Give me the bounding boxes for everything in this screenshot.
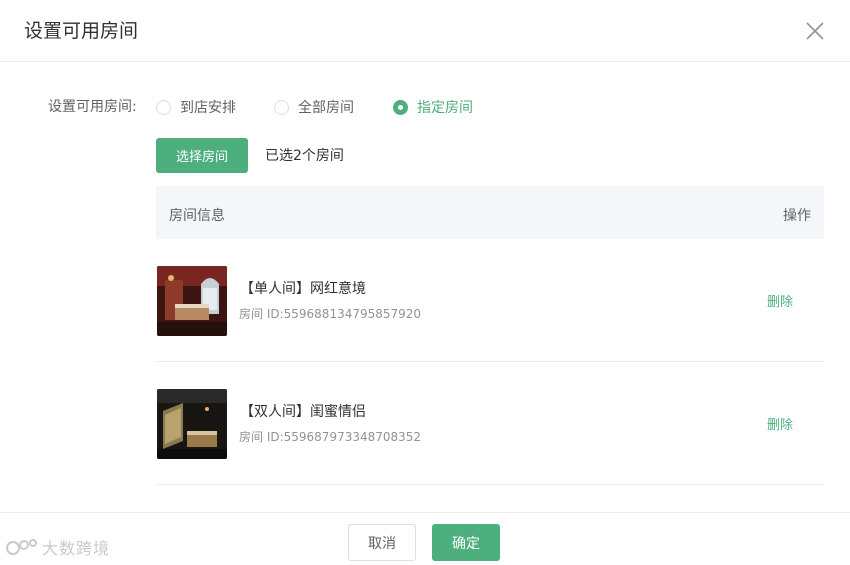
selected-count-text: 已选2个房间	[265, 148, 344, 164]
delete-room-link[interactable]: 删除	[767, 294, 793, 312]
radio-label: 到店安排	[180, 100, 236, 116]
radio-checked-icon	[393, 99, 408, 115]
table-row: 【单人间】网红意境 房间 ID:559688134795857920 删除	[156, 239, 824, 362]
watermark: 大数跨境	[6, 535, 110, 559]
rooms-table: 房间信息 操作 【单人间】网红意境 房间 ID:5596881347958579	[156, 186, 824, 485]
column-header-action: 操作	[783, 208, 811, 224]
watermark-logo-icon	[6, 539, 37, 555]
room-name: 【双人间】闺蜜情侣	[240, 404, 366, 420]
table-row: 【双人间】闺蜜情侣 房间 ID:559687973348708352 删除	[156, 362, 824, 485]
cancel-button[interactable]: 取消	[348, 524, 416, 561]
column-header-room-info: 房间信息	[169, 208, 225, 224]
room-id: 房间 ID:559688134795857920	[239, 307, 422, 321]
radio-all-rooms[interactable]: 全部房间	[274, 97, 354, 117]
radio-specified-rooms[interactable]: 指定房间	[393, 97, 473, 117]
availability-label: 设置可用房间:	[48, 99, 137, 115]
delete-room-link[interactable]: 删除	[767, 417, 793, 435]
radio-circle-icon	[156, 99, 171, 115]
table-header: 房间信息 操作	[156, 186, 824, 239]
select-rooms-button[interactable]: 选择房间	[156, 138, 248, 173]
watermark-text: 大数跨境	[42, 539, 111, 558]
room-thumbnail-image	[157, 389, 227, 459]
radio-arrange-at-store[interactable]: 到店安排	[156, 97, 236, 117]
dialog-title: 设置可用房间	[24, 20, 139, 42]
set-rooms-dialog: 设置可用房间 设置可用房间: 到店安排 全部房间 指定房间 选择房间 已选2个房…	[0, 0, 850, 565]
radio-label: 指定房间	[417, 100, 473, 116]
dialog-footer: 取消 确定	[0, 512, 850, 565]
confirm-button[interactable]: 确定	[432, 524, 500, 561]
room-name: 【单人间】网红意境	[240, 281, 366, 297]
dialog-header: 设置可用房间	[0, 0, 850, 62]
close-icon[interactable]	[806, 22, 824, 40]
room-thumbnail-image	[157, 266, 227, 336]
radio-label: 全部房间	[298, 100, 354, 116]
room-id: 房间 ID:559687973348708352	[239, 430, 422, 444]
radio-circle-icon	[274, 99, 289, 115]
